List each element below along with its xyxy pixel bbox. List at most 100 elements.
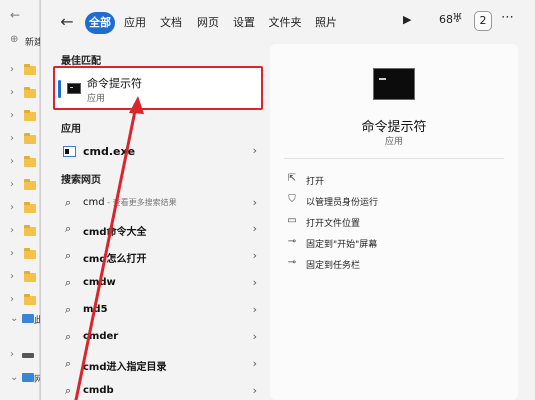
folder-row[interactable]: › [0,175,40,197]
search-icon: ⌕ [65,222,72,235]
folder-icon [24,202,36,213]
chevron-right-icon: › [10,133,14,144]
web-search-heading: 搜索网页 [61,175,101,186]
chevron-down-icon: ⌄ [10,372,19,383]
open-icon: ⇱ [287,173,297,184]
background-explorer-window: ← ⊕ 新建 › › › › › › › › › › › ⌄ 此 › ⌄ 网 [0,0,43,400]
shield-icon: ⛉ [288,194,296,205]
web-suggestion[interactable]: ⌕ cmd - 查看更多搜索结果 › [53,192,263,214]
executable-icon [63,146,76,157]
terminal-icon [67,83,81,94]
trophy-icon[interactable]: ♅ [452,11,463,25]
folder-row[interactable]: › [0,152,40,174]
folder-icon [24,110,36,121]
chevron-right-icon[interactable]: › [253,276,257,289]
web-suggestion[interactable]: ⌕ cmder › [53,326,263,348]
apps-heading: 应用 [61,124,81,135]
pin-icon: ⊸ [287,236,297,247]
chevron-down-icon: ⌄ [10,313,19,324]
chevron-right-icon[interactable]: › [253,249,257,262]
network-row[interactable]: ⌄ 网 [0,368,43,390]
web-suggestion[interactable]: ⌕ cmd命令大全 › [53,218,263,240]
folder-row[interactable]: › [0,129,40,151]
folder-icon [24,179,36,190]
web-suggestion[interactable]: ⌕ cmd怎么打开 › [53,245,263,267]
best-match-title: 命令提示符 [87,77,142,90]
folder-icon [24,225,36,236]
new-button[interactable]: ⊕ 新建 [0,31,43,53]
terminal-icon [373,68,415,100]
search-icon: ⌕ [65,276,72,289]
tab-photos[interactable]: 照片 [312,12,340,34]
folder-icon [24,156,36,167]
tab-apps[interactable]: 应用 [121,12,149,34]
selection-indicator [58,80,61,98]
chevron-right-icon: › [10,271,14,282]
app-item-cmd-exe[interactable]: cmd.exe › [53,140,263,162]
search-icon: ⌕ [65,357,72,370]
tab-documents[interactable]: 文档 [157,12,185,34]
search-icon: ⌕ [65,330,72,343]
search-icon: ⌕ [65,384,72,397]
chevron-right-icon: › [10,202,14,213]
folder-icon [24,133,36,144]
this-pc-row[interactable]: ⌄ 此 [0,309,43,331]
chevron-right-icon[interactable]: › [253,384,257,397]
folder-row[interactable]: › [0,244,40,266]
back-arrow-icon: ← [60,12,74,31]
folder-icon [24,248,36,259]
chevron-right-icon[interactable]: › [253,144,257,157]
network-icon [22,373,34,382]
web-suggestion[interactable]: ⌕ cmdw › [53,272,263,294]
tab-folders[interactable]: 文件夹 [265,12,305,34]
search-icon: ⌕ [65,303,72,316]
preview-title: 命令提示符 [361,120,427,135]
web-suggestion[interactable]: ⌕ cmdb › [53,380,263,400]
folder-row[interactable]: › [0,221,40,243]
chevron-right-icon[interactable]: › [253,222,257,235]
drive-row[interactable]: › [0,345,40,367]
chevron-right-icon[interactable]: › [253,303,257,316]
divider [284,158,504,159]
best-match-item[interactable]: 命令提示符 应用 [53,66,263,110]
folder-row[interactable]: › [0,267,40,289]
tab-all[interactable]: 全部 [85,12,115,34]
plus-icon: ⊕ [10,34,19,45]
best-match-subtitle: 应用 [87,94,106,104]
folder-icon [24,294,36,305]
folder-row[interactable]: › [0,83,40,105]
web-suggestion[interactable]: ⌕ cmd进入指定目录 › [53,353,263,375]
preview-subtitle: 应用 [384,137,403,147]
chevron-right-icon: › [10,248,14,259]
folder-icon [24,87,36,98]
tab-web[interactable]: 网页 [194,12,222,34]
chevron-right-icon: › [10,110,14,121]
chevron-right-icon: › [10,349,14,360]
tab-settings[interactable]: 设置 [230,12,258,34]
chevron-right-icon[interactable]: › [253,330,257,343]
folder-row[interactable]: › [0,60,40,82]
more-options-button[interactable]: ⋯ [501,10,514,25]
play-icon[interactable]: ▶ [403,13,411,26]
notification-badge[interactable]: 2 [474,11,492,31]
chevron-right-icon[interactable]: › [253,357,257,370]
folder-icon: ▭ [287,215,297,226]
search-header: ← 全部 应用 文档 网页 设置 文件夹 照片 ▶ 68 ♅ 2 ⋯ [41,0,535,44]
preview-panel: 命令提示符 应用 ⇱ 打开 ⛉ 以管理员身份运行 ▭ 打开文件位置 ⊸ 固定到"… [270,44,518,400]
chevron-right-icon: › [10,294,14,305]
folder-row[interactable]: › [0,198,40,220]
search-icon: ⌕ [65,196,72,209]
results-list: 最佳匹配 命令提示符 应用 应用 cmd.exe › 搜索网页 ⌕ cmd - … [53,44,263,400]
back-arrow-icon: ← [10,8,21,22]
search-window: ← 全部 应用 文档 网页 设置 文件夹 照片 ▶ 68 ♅ 2 ⋯ 最佳匹配 … [40,0,535,400]
back-button[interactable]: ← [57,12,77,32]
chevron-right-icon[interactable]: › [253,196,257,209]
folder-icon [24,64,36,75]
folder-row[interactable]: › [0,106,40,128]
chevron-right-icon: › [10,64,14,75]
chevron-right-icon: › [10,179,14,190]
best-match-heading: 最佳匹配 [61,56,101,67]
web-suggestion[interactable]: ⌕ md5 › [53,299,263,321]
chevron-right-icon: › [10,225,14,236]
computer-icon [22,314,34,323]
